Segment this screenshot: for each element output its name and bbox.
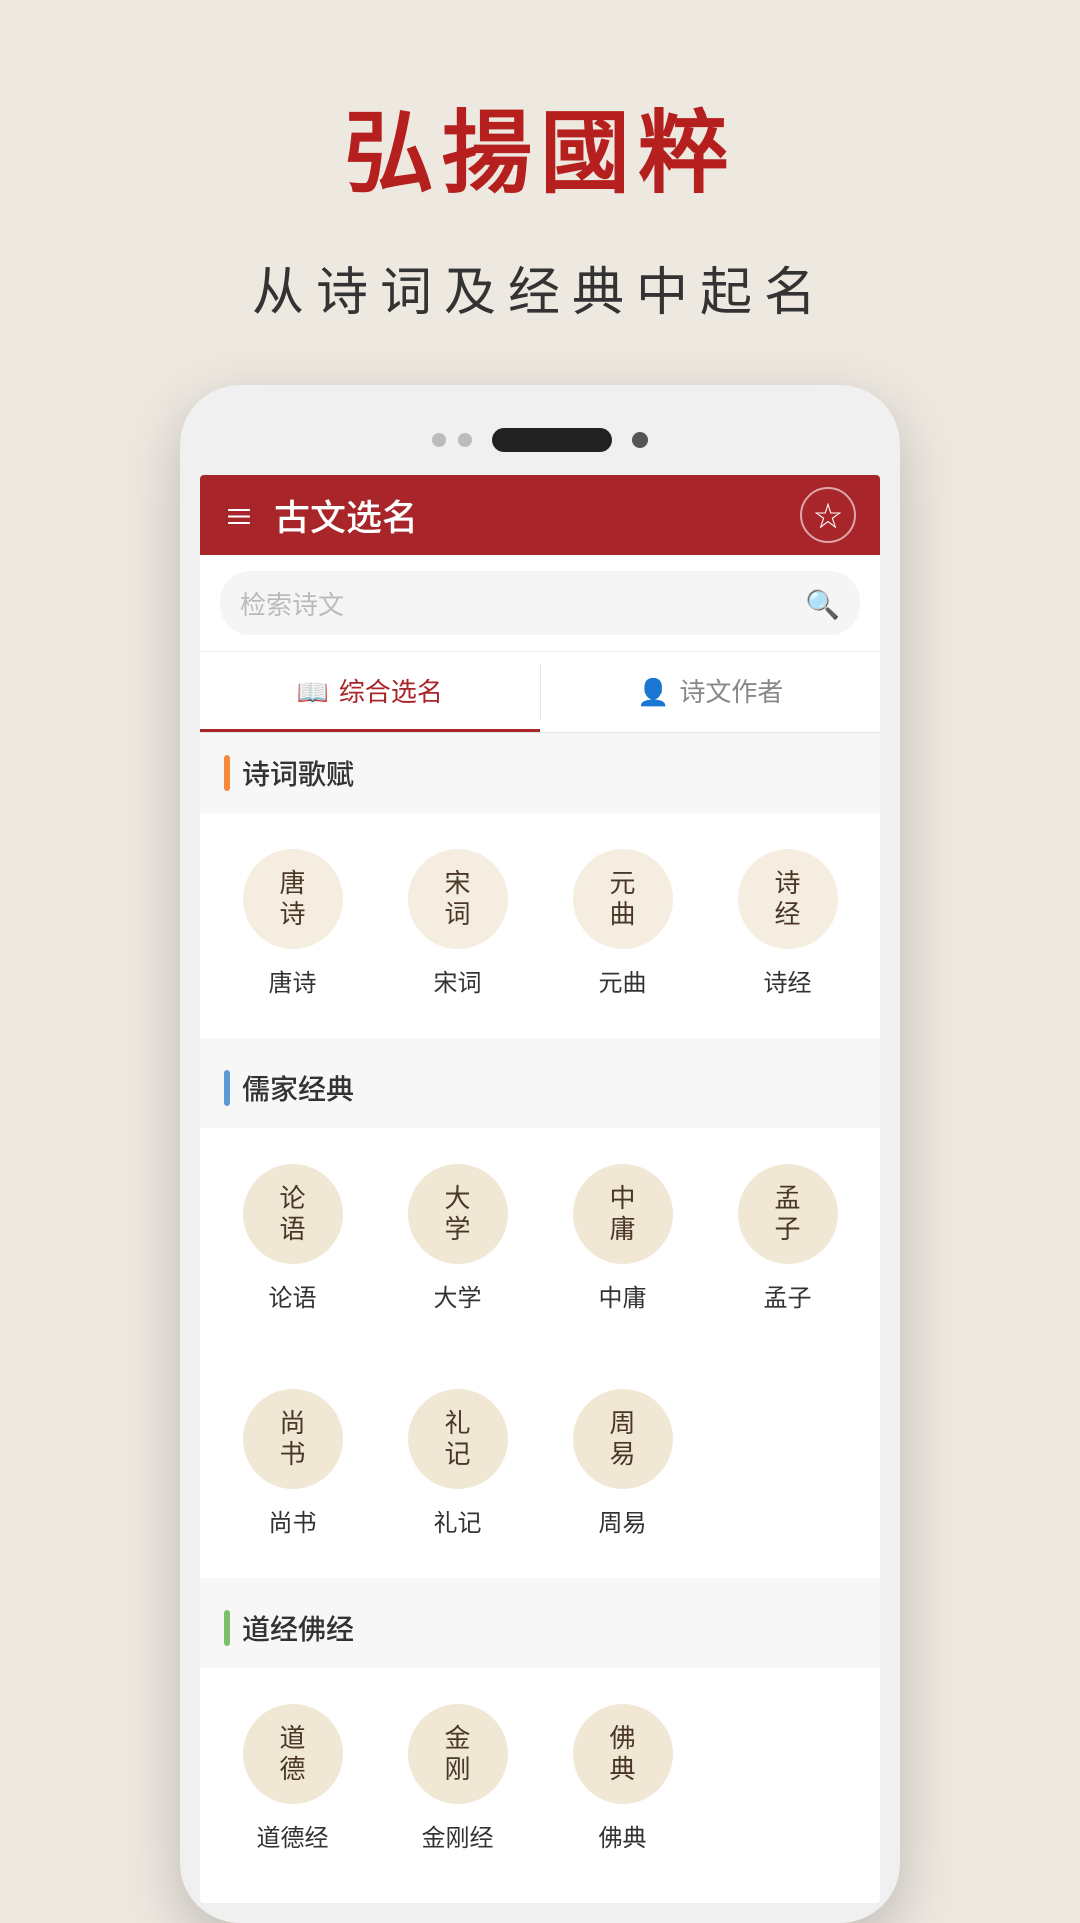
section-shici-title: 诗词歌赋 (242, 753, 354, 793)
app-header: ≡ 古文选名 ☆ (200, 475, 880, 555)
lunyu-label: 论语 (269, 1278, 317, 1313)
notch-dot-1 (432, 433, 446, 447)
search-placeholder: 检索诗文 (240, 585, 793, 622)
notch-dots (432, 433, 472, 447)
daodejing-icon: 道德 (243, 1704, 343, 1804)
songci-label: 宋词 (434, 963, 482, 998)
rujia-grid-1: 论语 论语 大学 大学 中庸 (200, 1128, 880, 1353)
list-item[interactable]: 论语 论语 (210, 1148, 375, 1333)
tab-author[interactable]: 👤 诗文作者 (541, 652, 881, 732)
list-item[interactable]: 大学 大学 (375, 1148, 540, 1333)
jinggang-icon: 金刚 (408, 1704, 508, 1804)
list-item[interactable]: 孟子 孟子 (705, 1148, 870, 1333)
tab-author-label: 诗文作者 (679, 672, 783, 709)
tab-author-icon: 👤 (637, 672, 669, 709)
shici-grid: 唐诗 唐诗 宋词 宋词 元曲 (200, 813, 880, 1038)
tab-bar: 📖 综合选名 👤 诗文作者 (200, 652, 880, 733)
section-rujia-title: 儒家经典 (242, 1068, 354, 1108)
mengzi-icon: 孟子 (738, 1164, 838, 1264)
liji-icon: 礼记 (408, 1389, 508, 1489)
list-item[interactable]: 中庸 中庸 (540, 1148, 705, 1333)
zhouyi-icon: 周易 (573, 1389, 673, 1489)
notch-speaker (492, 428, 612, 452)
section-bar-shici (224, 755, 230, 791)
section-shici: 诗词歌赋 唐诗 唐诗 宋词 宋词 (200, 733, 880, 1038)
list-item[interactable]: 周易 周易 (540, 1373, 705, 1558)
zhongyong-label: 中庸 (599, 1278, 647, 1313)
header-left: ≡ 古文选名 (224, 489, 418, 541)
section-bar-rujia (224, 1070, 230, 1106)
shijing-icon: 诗经 (738, 849, 838, 949)
list-item-empty (705, 1688, 870, 1873)
list-item[interactable]: 诗经 诗经 (705, 833, 870, 1018)
subtitle: 从诗词及经典中起名 (252, 250, 828, 325)
list-item[interactable]: 礼记 礼记 (375, 1373, 540, 1558)
lunyu-icon: 论语 (243, 1164, 343, 1264)
section-rujia-header: 儒家经典 (200, 1048, 880, 1128)
list-item[interactable]: 金刚 金刚经 (375, 1688, 540, 1873)
tab-comprehensive-label: 综合选名 (339, 672, 443, 709)
shangshu-icon: 尚书 (243, 1389, 343, 1489)
section-daojiao-title: 道经佛经 (242, 1608, 354, 1648)
songci-icon: 宋词 (408, 849, 508, 949)
shijing-label: 诗经 (764, 963, 812, 998)
tab-comprehensive-icon: 📖 (297, 672, 329, 709)
favorite-button[interactable]: ☆ (800, 487, 856, 543)
rujia-grid-2: 尚书 尚书 礼记 礼记 周易 (200, 1353, 880, 1578)
star-icon: ☆ (814, 495, 842, 535)
yuanqu-label: 元曲 (599, 963, 647, 998)
jinggang-label: 金刚经 (422, 1818, 494, 1853)
daxue-icon: 大学 (408, 1164, 508, 1264)
section-daojiao: 道经佛经 道德 道德经 金刚 金刚经 (200, 1588, 880, 1893)
list-item[interactable]: 道德 道德经 (210, 1688, 375, 1873)
tangshi-label: 唐诗 (269, 963, 317, 998)
daojiao-grid: 道德 道德经 金刚 金刚经 佛典 (200, 1668, 880, 1893)
list-item[interactable]: 元曲 元曲 (540, 833, 705, 1018)
tab-comprehensive[interactable]: 📖 综合选名 (200, 652, 540, 732)
notch-dot-2 (458, 433, 472, 447)
search-icon: 🔍 (805, 583, 840, 623)
tangshi-icon: 唐诗 (243, 849, 343, 949)
zhouyi-label: 周易 (599, 1503, 647, 1538)
section-bar-daojiao (224, 1610, 230, 1646)
mengzi-label: 孟子 (764, 1278, 812, 1313)
section-rujia: 儒家经典 论语 论语 大学 大学 (200, 1048, 880, 1578)
phone-frame: ≡ 古文选名 ☆ 检索诗文 🔍 📖 综合选名 (180, 385, 900, 1923)
notch-camera (632, 432, 648, 448)
daodejing-label: 道德经 (257, 1818, 329, 1853)
search-inner[interactable]: 检索诗文 🔍 (220, 571, 860, 635)
menu-icon[interactable]: ≡ (224, 500, 254, 530)
app-screen: ≡ 古文选名 ☆ 检索诗文 🔍 📖 综合选名 (200, 475, 880, 1903)
liji-label: 礼记 (434, 1503, 482, 1538)
fudian-icon: 佛典 (573, 1704, 673, 1804)
list-item[interactable]: 尚书 尚书 (210, 1373, 375, 1558)
list-item[interactable]: 唐诗 唐诗 (210, 833, 375, 1018)
yuanqu-icon: 元曲 (573, 849, 673, 949)
header-title: 古文选名 (274, 489, 418, 541)
main-title: 弘揚國粹 (344, 80, 736, 210)
content-area: 诗词歌赋 唐诗 唐诗 宋词 宋词 (200, 733, 880, 1893)
fudian-label: 佛典 (599, 1818, 647, 1853)
section-daojiao-header: 道经佛经 (200, 1588, 880, 1668)
search-bar: 检索诗文 🔍 (200, 555, 880, 652)
daxue-label: 大学 (434, 1278, 482, 1313)
zhongyong-icon: 中庸 (573, 1164, 673, 1264)
background-area: 弘揚國粹 从诗词及经典中起名 ≡ 古文选名 ☆ (0, 0, 1080, 1923)
list-item[interactable]: 宋词 宋词 (375, 833, 540, 1018)
list-item-empty (705, 1373, 870, 1558)
list-item[interactable]: 佛典 佛典 (540, 1688, 705, 1873)
shangshu-label: 尚书 (269, 1503, 317, 1538)
phone-notch (200, 405, 880, 475)
section-shici-header: 诗词歌赋 (200, 733, 880, 813)
